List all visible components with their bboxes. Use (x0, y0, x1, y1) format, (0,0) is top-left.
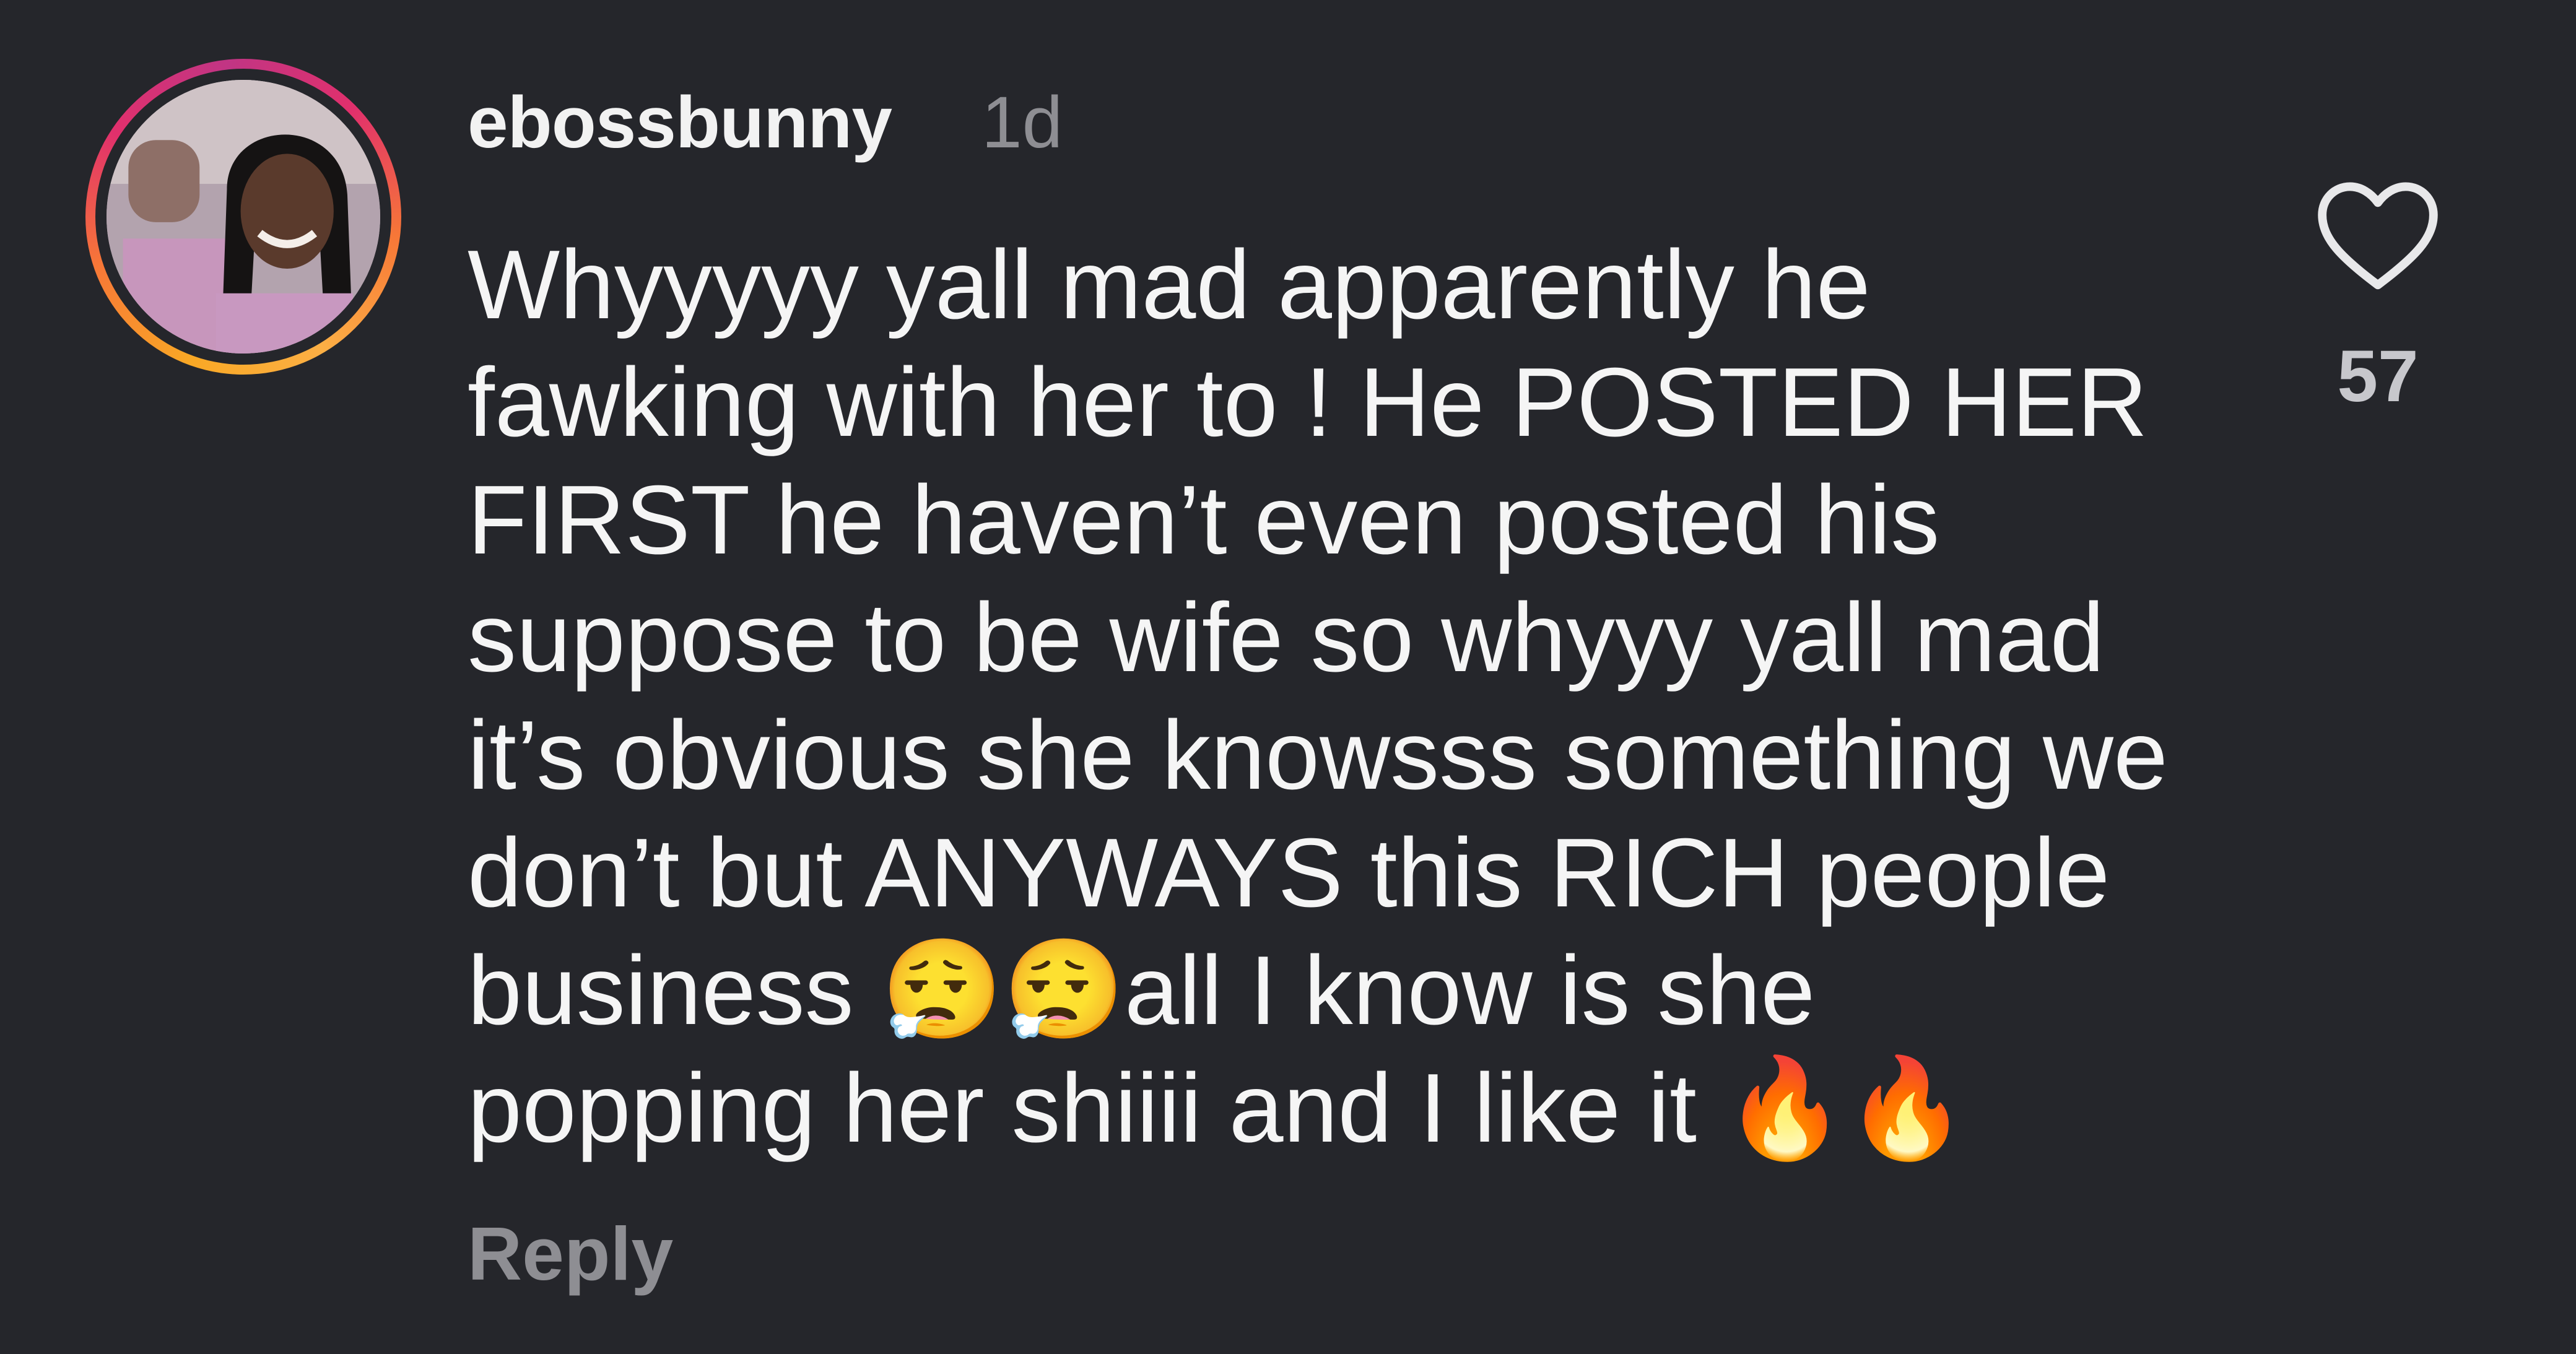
comment-item: ebossbunny 1d Whyyyyy yall mad apparentl… (0, 0, 2576, 1354)
heart-outline-icon (2318, 182, 2438, 290)
avatar[interactable] (107, 80, 380, 354)
avatar-story-ring[interactable] (85, 59, 401, 375)
like-button[interactable] (2313, 176, 2443, 294)
comment-text: Whyyyyy yall mad apparently he fawking w… (468, 230, 2168, 1163)
like-count: 57 (2337, 336, 2419, 417)
comment-timestamp: 1d (981, 82, 1063, 163)
reply-button[interactable]: Reply (468, 1210, 673, 1297)
comment-username[interactable]: ebossbunny (468, 80, 892, 165)
avatar-image (107, 80, 380, 354)
